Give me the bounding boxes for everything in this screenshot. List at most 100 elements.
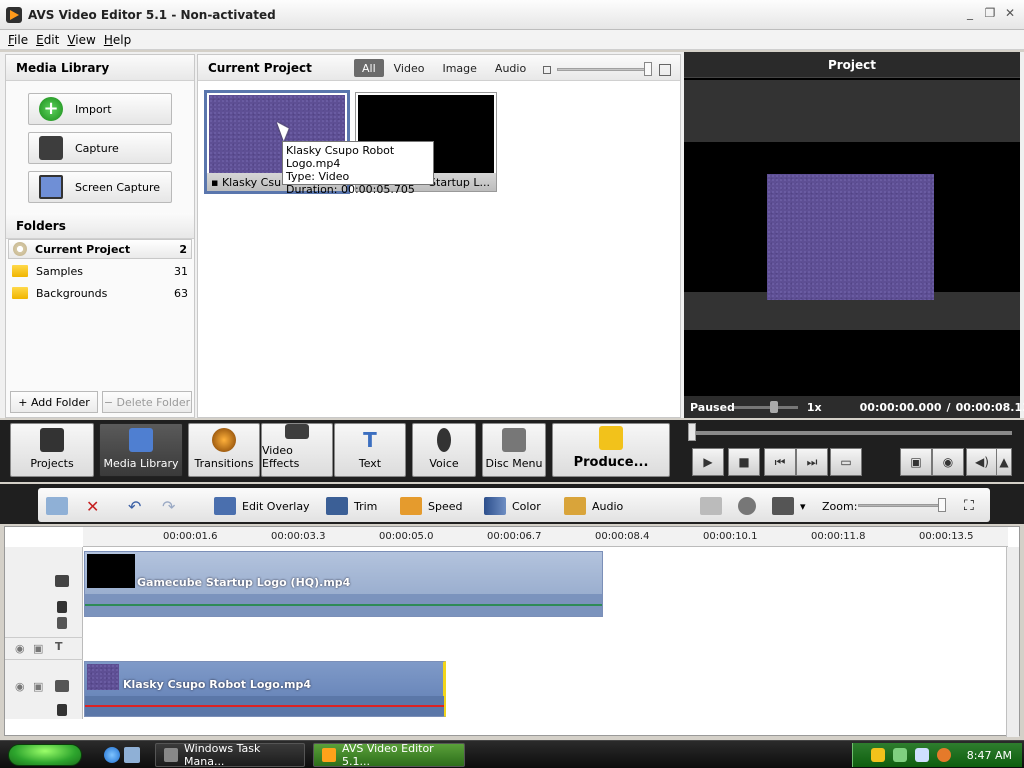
internet-explorer-icon[interactable] xyxy=(104,747,120,763)
delete-folder-button[interactable]: − Delete Folder xyxy=(102,391,192,413)
color-icon xyxy=(484,497,506,515)
lock-icon[interactable]: ▣ xyxy=(33,680,43,693)
ruler-tick: 00:00:10.1 xyxy=(703,531,758,542)
delete-button[interactable]: ✕ xyxy=(86,496,99,516)
menu-file[interactable]: File xyxy=(8,33,28,47)
film-icon: ▭ xyxy=(840,455,852,469)
vertical-scrollbar[interactable] xyxy=(1006,547,1019,737)
speaker-icon xyxy=(57,601,67,613)
edit-overlay-button[interactable]: Edit Overlay xyxy=(214,496,310,516)
projects-button[interactable]: Projects xyxy=(10,423,94,477)
disc-menu-button[interactable]: Disc Menu xyxy=(482,423,546,477)
export-button[interactable] xyxy=(46,496,74,516)
projects-label: Projects xyxy=(30,457,74,470)
voice-button[interactable]: Voice xyxy=(412,423,476,477)
playback-status: Paused xyxy=(690,400,735,414)
play-button[interactable]: ▶ xyxy=(692,448,724,476)
volume-button[interactable]: ◀) xyxy=(966,448,998,476)
waveform-line xyxy=(85,705,444,707)
eye-icon[interactable]: ◉ xyxy=(15,680,25,693)
show-desktop-icon[interactable] xyxy=(124,747,140,763)
volume-icon[interactable] xyxy=(915,748,929,762)
filter-video[interactable]: Video xyxy=(386,59,433,77)
webcam-button[interactable] xyxy=(738,496,762,516)
seek-track[interactable] xyxy=(692,431,1012,435)
filter-image[interactable]: Image xyxy=(434,59,484,77)
menu-help[interactable]: Help xyxy=(104,33,131,47)
timeline-lanes: ◉ ▣ T ◉ ▣ Gamecube Startup Logo (HQ).mp4… xyxy=(5,547,1008,737)
clock[interactable]: 8:47 AM xyxy=(967,749,1012,762)
previous-frame-button[interactable]: ⏮ xyxy=(764,448,796,476)
minimize-button[interactable]: _ xyxy=(964,7,976,19)
zoom-track[interactable] xyxy=(858,504,946,507)
shield-icon[interactable] xyxy=(871,748,885,762)
task-avs-video-editor[interactable]: AVS Video Editor 5.1... xyxy=(313,742,465,768)
network-icon[interactable] xyxy=(893,748,907,762)
slider-knob[interactable] xyxy=(644,62,652,76)
zoom-knob[interactable] xyxy=(938,498,946,512)
capture-label: Capture xyxy=(75,141,119,155)
screen-capture-button[interactable]: Screen Capture xyxy=(28,171,172,203)
produce-button[interactable]: Produce... xyxy=(552,423,670,477)
time-separator: / xyxy=(946,400,951,414)
snapshot-button[interactable]: ◉ xyxy=(932,448,964,476)
task-label: AVS Video Editor 5.1... xyxy=(342,742,434,768)
next-frame-button[interactable]: ⏭ xyxy=(796,448,828,476)
transitions-button[interactable]: Transitions xyxy=(188,423,260,477)
task-windows-task-manager[interactable]: Windows Task Mana... xyxy=(155,742,305,768)
video-effects-button[interactable]: Video Effects xyxy=(261,423,333,477)
add-folder-button[interactable]: + Add Folder xyxy=(10,391,98,413)
small-square-icon xyxy=(543,66,551,74)
fit-timeline-button[interactable]: ⛶ xyxy=(964,496,974,516)
media-library-button[interactable]: Media Library xyxy=(99,423,183,477)
more-button[interactable]: ▲ xyxy=(996,448,1012,476)
trim-label: Trim xyxy=(354,499,378,513)
filter-all[interactable]: All xyxy=(354,59,384,77)
folder-icon xyxy=(12,265,28,277)
trim-button[interactable]: Trim xyxy=(326,496,377,516)
ruler-tick: 00:00:03.3 xyxy=(271,531,326,542)
speed-knob[interactable] xyxy=(770,401,778,413)
fullscreen-preview-button[interactable]: ▭ xyxy=(830,448,862,476)
folder-samples[interactable]: Samples 31 xyxy=(8,261,192,281)
view-mode-button[interactable]: ▾ xyxy=(772,496,806,516)
monitor-button[interactable]: ▣ xyxy=(900,448,932,476)
overlay-icon xyxy=(55,680,69,692)
title-bar: AVS Video Editor 5.1 - Non-activated _ ❐… xyxy=(0,0,1024,30)
audio-button[interactable]: Audio xyxy=(564,496,623,516)
start-button[interactable] xyxy=(8,744,82,766)
speed-button[interactable]: Speed xyxy=(400,496,462,516)
split-button[interactable] xyxy=(700,496,728,516)
preview-title: Project xyxy=(684,52,1020,78)
text-button[interactable]: T Text xyxy=(334,423,406,477)
menu-edit[interactable]: Edit xyxy=(36,33,59,47)
lock-icon[interactable]: ▣ xyxy=(33,642,43,655)
redo-button[interactable]: ↷ xyxy=(162,496,175,516)
split-icon xyxy=(700,497,722,515)
menu-view[interactable]: View xyxy=(67,33,95,47)
color-button[interactable]: Color xyxy=(484,496,541,516)
capture-button[interactable]: Capture xyxy=(28,132,172,164)
folder-backgrounds[interactable]: Backgrounds 63 xyxy=(8,283,192,303)
import-button[interactable]: + Import xyxy=(28,93,172,125)
close-button[interactable]: ✕ xyxy=(1004,7,1016,19)
overlay-clip[interactable]: Klasky Csupo Robot Logo.mp4 xyxy=(84,661,446,717)
seek-knob[interactable] xyxy=(688,423,696,441)
playback-speed: 1x xyxy=(806,400,822,414)
search-icon[interactable] xyxy=(937,748,951,762)
folder-label: Current Project xyxy=(35,242,131,256)
color-label: Color xyxy=(512,499,541,513)
speed-track xyxy=(734,406,798,409)
stop-button[interactable]: ■ xyxy=(728,448,760,476)
undo-button[interactable]: ↶ xyxy=(128,496,141,516)
filter-audio[interactable]: Audio xyxy=(487,59,534,77)
webcam-icon xyxy=(738,497,756,515)
video-icon: ▪ xyxy=(211,175,222,189)
video-clip[interactable]: Gamecube Startup Logo (HQ).mp4 xyxy=(84,551,603,617)
eye-icon[interactable]: ◉ xyxy=(15,642,25,655)
produce-label: Produce... xyxy=(573,455,649,470)
time-ruler[interactable]: 00:00:01.6 00:00:03.3 00:00:05.0 00:00:0… xyxy=(83,527,1008,547)
folder-current-project[interactable]: Current Project 2 xyxy=(8,239,192,259)
thumbnail-size-slider[interactable] xyxy=(543,62,671,76)
restore-button[interactable]: ❐ xyxy=(984,7,996,19)
